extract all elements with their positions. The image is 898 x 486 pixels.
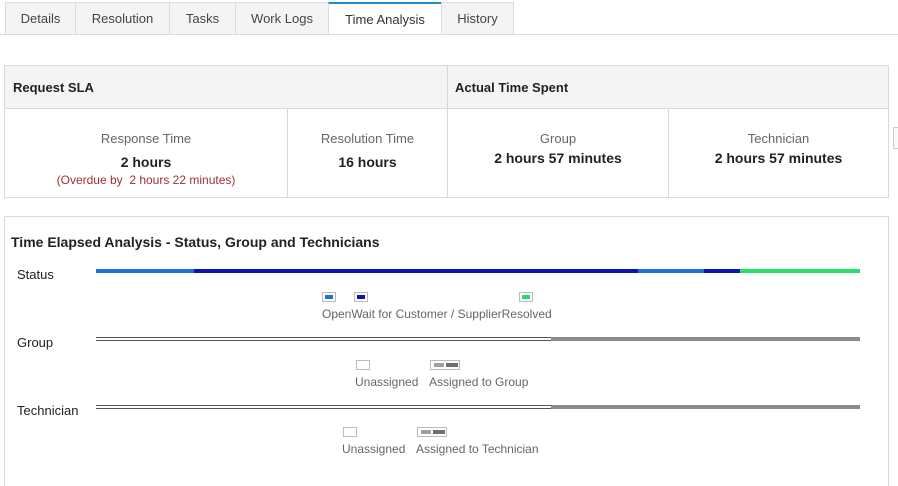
group-assigned-swatch — [430, 360, 460, 370]
response-time-value: 2 hours — [120, 154, 172, 170]
status-segment-wait[interactable] — [194, 269, 638, 273]
group-time-cell: Group 2 hours 57 minutes — [448, 109, 668, 197]
status-segment-open[interactable] — [96, 269, 194, 273]
technician-time-cell: Technician 2 hours 57 minutes — [669, 109, 888, 197]
open-legend-label: Open — [322, 307, 352, 321]
group-time-value: 2 hours 57 minutes — [494, 150, 622, 166]
technician-time-value: 2 hours 57 minutes — [714, 150, 843, 166]
group-row-label: Group — [17, 335, 54, 350]
group-unassigned-label: Unassigned — [355, 375, 419, 389]
technician-row-label: Technician — [17, 403, 79, 418]
tab-resolution[interactable]: Resolution — [75, 2, 169, 35]
technician-unassigned-swatch — [343, 427, 357, 437]
resolution-time-value: 16 hours — [338, 154, 397, 170]
status-legend-text: OpenWait for Customer / SupplierResolved — [322, 307, 552, 321]
tab-work-logs[interactable]: Work Logs — [235, 2, 328, 35]
group-time-label: Group — [539, 131, 577, 146]
technician-segment-unassigned[interactable] — [96, 405, 551, 409]
technician-segment-assigned[interactable] — [551, 405, 860, 409]
technician-assigned-swatch — [417, 427, 447, 437]
group-assigned-label: Assigned to Group — [429, 375, 529, 389]
tab-tasks[interactable]: Tasks — [169, 2, 235, 35]
group-unassigned-swatch — [356, 360, 370, 370]
technician-time-label: Technician — [747, 131, 810, 146]
resolved-legend-swatch — [519, 292, 533, 302]
technician-assigned-label: Assigned to Technician — [416, 442, 539, 456]
resolution-time-label: Resolution Time — [320, 131, 415, 146]
wait-legend-label: Wait for Customer / Supplier — [351, 307, 502, 321]
wait-legend-swatch — [354, 292, 368, 302]
request-sla-title: Request SLA — [13, 79, 94, 95]
tab-details[interactable]: Details — [5, 2, 75, 35]
response-time-label: Response Time — [100, 131, 192, 146]
technician-unassigned-label: Unassigned — [342, 442, 406, 456]
sla-panel: Request SLA Actual Time Spent Response T… — [4, 65, 889, 198]
time-elapsed-panel: Time Elapsed Analysis - Status, Group an… — [4, 216, 889, 486]
status-segment-resolved[interactable] — [740, 269, 860, 273]
overdue-prefix: (Overdue by — [56, 173, 123, 187]
tab-bar: Details Resolution Tasks Work Logs Time … — [5, 2, 514, 36]
status-row-label: Status — [17, 267, 54, 282]
group-segment-unassigned[interactable] — [96, 337, 551, 341]
tab-history[interactable]: History — [441, 2, 514, 35]
status-segment-wait[interactable] — [704, 269, 740, 273]
resolution-time-cell: Resolution Time 16 hours — [288, 109, 447, 197]
actual-time-header: Actual Time Spent — [447, 66, 888, 109]
overdue-value: 2 hours 22 minutes) — [129, 173, 236, 187]
tab-time-analysis[interactable]: Time Analysis — [328, 2, 441, 36]
actual-time-title: Actual Time Spent — [455, 79, 569, 95]
resolved-legend-label: Resolved — [501, 307, 552, 321]
status-segment-open[interactable] — [638, 269, 704, 273]
response-time-cell: Response Time 2 hours (Overdue by 2 hour… — [5, 109, 287, 197]
side-panel-handle[interactable] — [893, 127, 898, 149]
group-segment-assigned[interactable] — [551, 337, 860, 341]
open-legend-swatch — [322, 292, 336, 302]
tab-divider — [0, 34, 898, 35]
overdue-note: (Overdue by 2 hours 22 minutes) — [5, 173, 287, 187]
analysis-title: Time Elapsed Analysis - Status, Group an… — [11, 234, 380, 250]
request-sla-header: Request SLA — [5, 66, 447, 109]
